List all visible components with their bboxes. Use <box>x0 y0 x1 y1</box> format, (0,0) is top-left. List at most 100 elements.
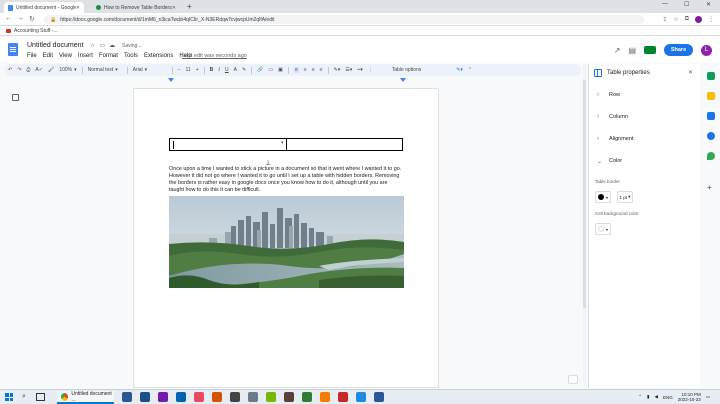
app-icon[interactable] <box>266 392 276 402</box>
table-cell[interactable] <box>285 139 403 150</box>
maximize-icon[interactable]: ☐ <box>684 1 689 8</box>
insert-comment-icon[interactable]: ▭ <box>268 67 273 73</box>
app-icon[interactable] <box>122 392 132 402</box>
left-indent-marker[interactable] <box>168 78 174 82</box>
close-tab-icon[interactable]: ✕ <box>172 5 176 11</box>
app-icon[interactable] <box>194 392 204 402</box>
app-icon[interactable] <box>212 392 222 402</box>
menu-edit[interactable]: Edit <box>43 53 53 59</box>
activity-trend-icon[interactable]: ↗ <box>614 46 621 55</box>
volume-icon[interactable]: ◀ <box>654 394 657 400</box>
close-tab-icon[interactable]: ✕ <box>76 5 80 11</box>
menu-extensions[interactable]: Extensions <box>144 53 173 59</box>
taskbar-chrome-item[interactable]: Untitled document ... <box>57 391 114 404</box>
tab-google-docs[interactable]: Untitled document - Google Docs ✕ <box>4 2 84 13</box>
italic-button[interactable]: I <box>218 68 220 73</box>
section-alignment[interactable]: › Alignment <box>589 132 701 146</box>
cell-options-icon[interactable]: ▾ <box>281 140 284 146</box>
font-size-input[interactable]: 11 <box>186 67 191 73</box>
document-table[interactable]: ▾ <box>169 138 403 151</box>
tasks-icon[interactable] <box>707 112 715 120</box>
redo-icon[interactable]: ↷ <box>17 67 21 73</box>
insert-link-icon[interactable]: 🔗 <box>257 67 263 73</box>
align-center-icon[interactable]: ≡ <box>304 67 307 73</box>
contacts-icon[interactable] <box>707 132 715 140</box>
app-icon[interactable] <box>176 392 186 402</box>
app-icon[interactable] <box>284 392 294 402</box>
task-view-icon[interactable] <box>36 393 45 401</box>
browser-menu-icon[interactable]: ⋮ <box>708 16 714 23</box>
back-icon[interactable]: ← <box>5 15 12 22</box>
editing-mode-icon[interactable]: ✎▾ <box>456 67 463 73</box>
menu-tools[interactable]: Tools <box>124 53 138 59</box>
account-avatar[interactable]: L <box>701 44 712 56</box>
spellcheck-icon[interactable]: A✓ <box>35 67 43 73</box>
table-cell[interactable]: ▾ <box>170 139 286 150</box>
text-color-icon[interactable]: A <box>234 67 237 73</box>
city-photo-image[interactable] <box>169 196 404 288</box>
document-title[interactable]: Untitled document <box>27 42 83 49</box>
border-width-icon[interactable]: ☰▾ <box>345 67 352 73</box>
last-edit-link[interactable]: Last edit was seconds ago <box>182 53 247 59</box>
app-icon[interactable] <box>356 392 366 402</box>
underline-button[interactable]: U <box>225 67 229 73</box>
menu-insert[interactable]: Insert <box>78 53 93 59</box>
zoom-select[interactable]: 100% ▾ <box>59 67 76 73</box>
language-indicator[interactable]: ENG <box>663 395 673 400</box>
decrease-font-size-button[interactable]: − <box>178 67 181 73</box>
explore-button[interactable] <box>568 375 578 384</box>
close-panel-icon[interactable]: ✕ <box>688 69 693 76</box>
move-folder-icon[interactable]: ▭ <box>99 42 105 49</box>
notifications-icon[interactable]: ▭ <box>706 394 710 400</box>
app-icon[interactable] <box>158 392 168 402</box>
forward-icon[interactable]: → <box>17 15 24 22</box>
more-options-icon[interactable]: ⋮ <box>368 67 373 73</box>
share-button[interactable]: Share <box>664 44 693 56</box>
cell-background-picker[interactable]: ▾ <box>595 223 611 235</box>
app-icon[interactable] <box>338 392 348 402</box>
url-input[interactable]: 🔒 https://docs.google.com/document/d/1mM… <box>44 15 644 24</box>
highlight-icon[interactable]: ✎ <box>242 67 246 73</box>
app-icon[interactable] <box>248 392 258 402</box>
align-justify-icon[interactable]: ≡ <box>320 67 323 73</box>
print-icon[interactable]: ⎙ <box>26 67 30 73</box>
search-icon[interactable]: ⌕ <box>22 393 26 401</box>
tray-arrow-icon[interactable]: ⌃ <box>638 394 642 400</box>
collapse-toolbar-icon[interactable]: ⌃ <box>468 67 472 73</box>
close-window-icon[interactable]: ✕ <box>706 1 711 8</box>
increase-font-size-button[interactable]: + <box>196 67 199 73</box>
insert-image-icon[interactable]: ▣ <box>278 67 283 73</box>
style-select[interactable]: Normal text ▾ <box>88 67 122 73</box>
keep-icon[interactable] <box>707 92 715 100</box>
calendar-icon[interactable] <box>707 72 715 80</box>
app-icon[interactable] <box>140 392 150 402</box>
clock[interactable]: 10:10 PM 2022-10-23 <box>678 392 701 403</box>
comments-icon[interactable]: ▤ <box>628 46 636 55</box>
undo-icon[interactable]: ↶ <box>8 67 12 73</box>
meet-icon[interactable] <box>644 46 656 54</box>
docs-logo-icon[interactable] <box>8 43 18 56</box>
app-icon[interactable] <box>302 392 312 402</box>
table-options-button[interactable]: Table options <box>392 67 421 73</box>
border-color-picker[interactable]: ▾ <box>595 191 611 203</box>
align-left-icon[interactable]: ≡ <box>293 67 299 73</box>
add-on-plus-icon[interactable]: + <box>707 183 712 192</box>
share-page-icon[interactable]: ⇪ <box>662 16 667 23</box>
profile-avatar[interactable] <box>695 16 702 23</box>
border-color-icon[interactable]: ✎▾ <box>334 67 341 73</box>
section-color[interactable]: ⌄ Color <box>589 154 701 168</box>
app-icon[interactable] <box>230 392 240 402</box>
border-width-select[interactable]: 1 pt ▾ <box>617 191 633 203</box>
document-outline-icon[interactable] <box>12 94 19 101</box>
section-column[interactable]: › Column <box>589 110 701 124</box>
app-icon[interactable] <box>320 392 330 402</box>
border-dash-icon[interactable]: ┅▾ <box>357 67 363 73</box>
paint-format-icon[interactable]: 🖌 <box>48 67 54 73</box>
menu-format[interactable]: Format <box>99 53 118 59</box>
network-icon[interactable]: ▮ <box>647 394 649 400</box>
bold-button[interactable]: B <box>210 67 214 73</box>
maps-icon[interactable] <box>707 152 715 160</box>
section-row[interactable]: › Row <box>589 88 701 102</box>
right-indent-marker[interactable] <box>400 78 406 82</box>
tab-how-to[interactable]: How to Remove Table Borders in ✕ <box>92 2 180 13</box>
